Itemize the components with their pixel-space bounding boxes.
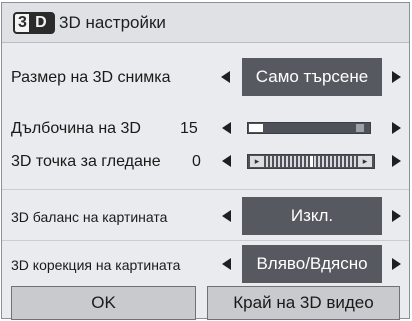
- depth-slider[interactable]: [247, 122, 371, 134]
- right-arrow-icon[interactable]: [392, 258, 401, 270]
- 3d-badge-icon: 3 D: [13, 11, 55, 34]
- viewpoint-right-end-icon: ▸: [358, 156, 372, 167]
- field-3d-picture-balance[interactable]: Изкл.: [242, 197, 382, 235]
- depth-slider-marker: [356, 124, 364, 132]
- right-arrow-icon[interactable]: [392, 210, 401, 222]
- label-3d-image-size: Размер на 3D снимка: [11, 69, 171, 86]
- 3d-settings-panel: 3 D 3D настройки Размер на 3D снимка Сам…: [1, 2, 410, 320]
- field-3d-image-size[interactable]: Само търсене: [242, 58, 382, 96]
- ok-button[interactable]: OK: [11, 286, 196, 320]
- label-3d-picture-balance: 3D баланс на картината: [11, 209, 168, 225]
- label-3d-viewpoint: 3D точка за гледане: [11, 153, 161, 170]
- left-arrow-icon[interactable]: [221, 71, 230, 83]
- divider: [2, 240, 409, 241]
- left-arrow-icon[interactable]: [222, 210, 231, 222]
- row-3d-picture-balance[interactable]: 3D баланс на картината Изкл.: [2, 197, 409, 237]
- end-3d-video-button[interactable]: Край на 3D видео: [207, 286, 400, 320]
- panel-title: 3D настройки: [59, 12, 166, 32]
- viewpoint-left-end-icon: ▸: [250, 156, 264, 167]
- divider: [2, 189, 409, 190]
- value-3d-viewpoint: 0: [192, 153, 201, 170]
- title-bar: 3 D 3D настройки: [2, 3, 409, 43]
- viewpoint-slider-track: [266, 156, 356, 167]
- right-arrow-icon[interactable]: [392, 155, 401, 167]
- row-3d-picture-correction[interactable]: 3D корекция на картината Вляво/Вдясно: [2, 245, 409, 285]
- row-3d-viewpoint[interactable]: 3D точка за гледане 0 ▸ ▸: [2, 142, 409, 182]
- left-arrow-icon[interactable]: [222, 122, 231, 134]
- viewpoint-slider[interactable]: ▸ ▸: [247, 154, 375, 169]
- badge-3: 3: [18, 13, 27, 31]
- depth-slider-fill: [249, 124, 263, 132]
- left-arrow-icon[interactable]: [222, 155, 231, 167]
- row-3d-image-size[interactable]: Размер на 3D снимка Само търсене: [2, 58, 409, 98]
- right-arrow-icon[interactable]: [392, 122, 401, 134]
- left-arrow-icon[interactable]: [222, 258, 231, 270]
- label-3d-picture-correction: 3D корекция на картината: [11, 257, 181, 273]
- viewpoint-slider-thumb[interactable]: [310, 156, 313, 167]
- right-arrow-icon[interactable]: [392, 71, 401, 83]
- badge-d: D: [28, 13, 53, 32]
- field-3d-picture-correction[interactable]: Вляво/Вдясно: [242, 245, 382, 283]
